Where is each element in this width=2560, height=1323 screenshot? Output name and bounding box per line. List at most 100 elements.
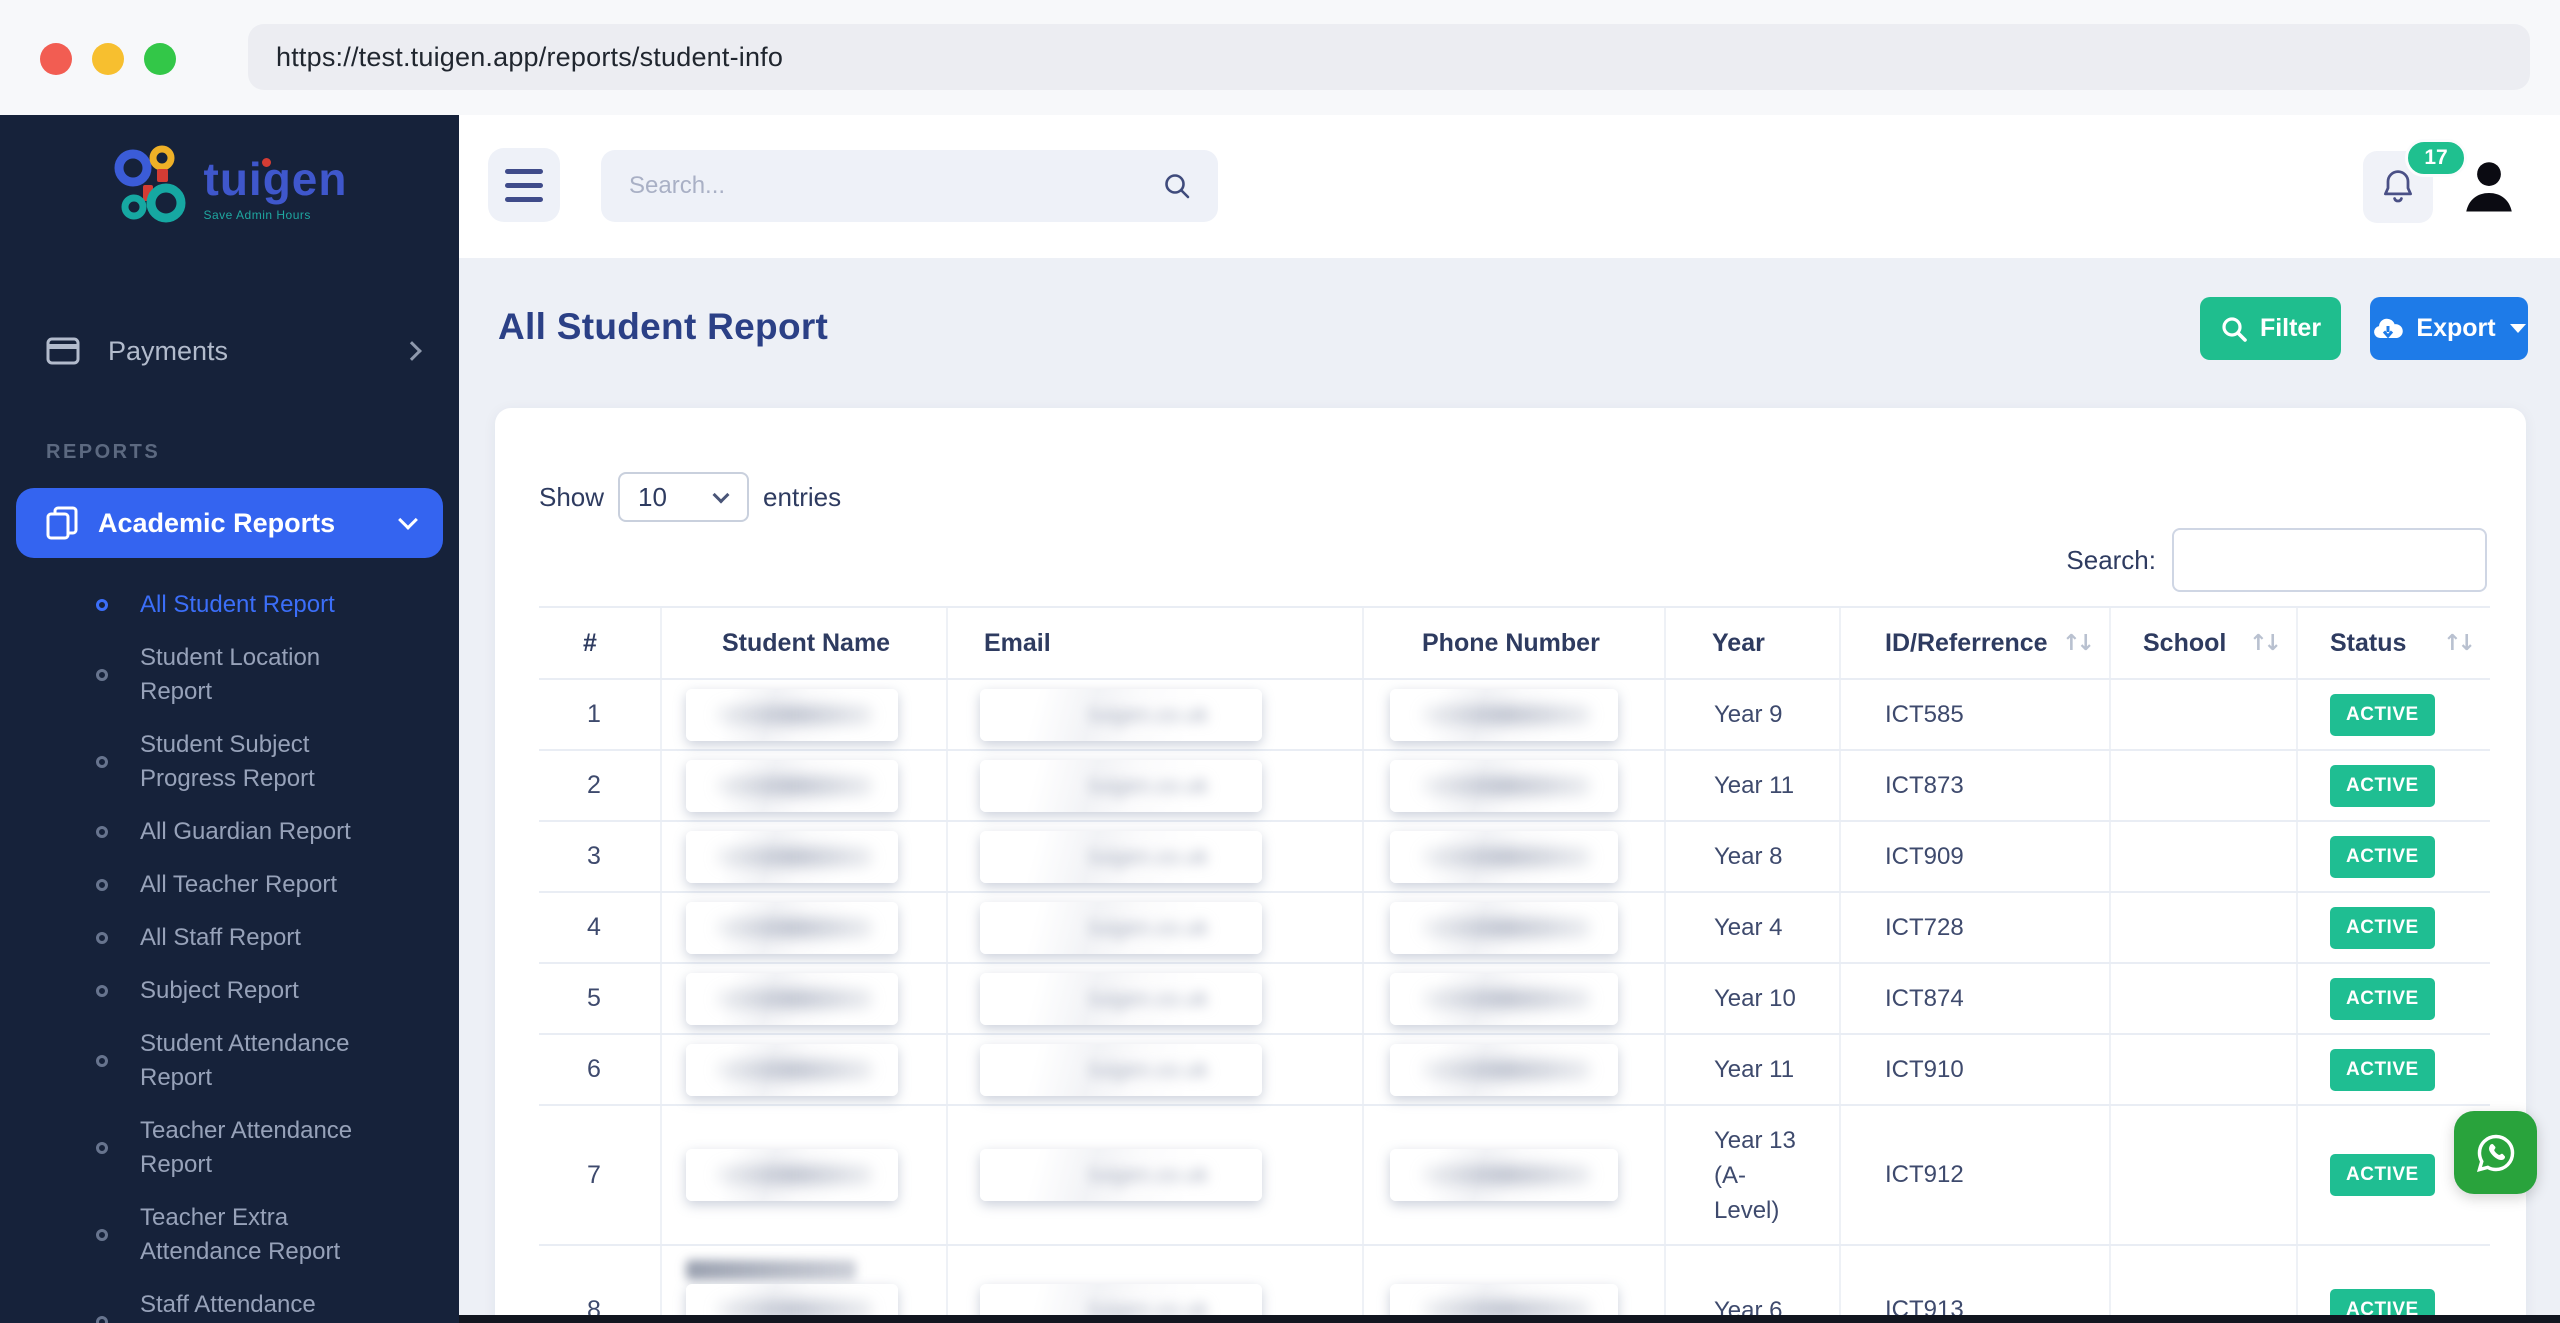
student-name-redacted [686, 830, 898, 883]
sidebar-item-all-teacher-report[interactable]: All Teacher Report [0, 868, 459, 902]
redacted-email-hint: tuigen.co.uk [1089, 843, 1209, 869]
sidebar-item-subject-report[interactable]: Subject Report [0, 974, 459, 1008]
column-header-phone-number: Phone Number [1362, 606, 1665, 680]
sidebar-item-student-attendance-report[interactable]: Student Attendance Report [0, 1027, 459, 1095]
school-cell [2109, 750, 2297, 822]
school-cell [2109, 1034, 2297, 1106]
brand-name: tuigen [203, 153, 348, 205]
year-cell: Year 6 [1664, 1245, 1840, 1323]
id-reference-cell: ICT913 [1839, 1245, 2110, 1323]
filter-button[interactable]: Filter [2200, 297, 2341, 360]
page-size-select[interactable]: 10 [618, 472, 750, 522]
status-badge: ACTIVE [2330, 693, 2435, 736]
phone-number-cell [1362, 963, 1665, 1035]
table-search-input[interactable] [2172, 528, 2487, 592]
students-table: # Student Name Email Phone Number Year ID/Ref… [539, 606, 2490, 1323]
row-number: 2 [539, 750, 661, 822]
export-button-label: Export [2416, 314, 2496, 342]
user-avatar[interactable] [2458, 153, 2520, 221]
phone-number-redacted [1390, 1043, 1618, 1096]
export-button[interactable]: Export [2370, 297, 2528, 360]
search-icon [2222, 316, 2247, 342]
sort-icon[interactable]: ↑↓ [2062, 631, 2095, 656]
row-number: 5 [539, 963, 661, 1035]
table-row: 7 tuigen.co.uk Year 13 (A-Level) ICT912 ACTI… [539, 1105, 2490, 1246]
sidebar-item-staff-attendance-report[interactable]: Staff Attendance Report [0, 1288, 459, 1323]
sidebar-group-label: Academic Reports [98, 507, 336, 538]
year-cell: Year 4 [1664, 892, 1840, 964]
window-controls [40, 43, 176, 75]
bell-icon [2384, 170, 2412, 203]
address-bar[interactable]: https://test.tuigen.app/reports/student-… [248, 24, 2530, 90]
student-name-redacted [686, 972, 898, 1025]
search-icon[interactable] [1162, 171, 1192, 201]
cloud-download-icon [2374, 318, 2404, 338]
sidebar-item-teacher-extra-attendance-report[interactable]: Teacher Extra Attendance Report [0, 1201, 459, 1269]
email-cell: tuigen.co.uk [946, 1105, 1363, 1246]
phone-number-redacted [1390, 830, 1618, 883]
email-cell: tuigen.co.uk [946, 892, 1363, 964]
sidebar-item-payments[interactable]: Payments [0, 319, 459, 383]
sidebar-item-all-guardian-report[interactable]: All Guardian Report [0, 815, 459, 849]
redaction-smear [715, 1059, 873, 1080]
phone-number-cell [1362, 1245, 1665, 1323]
sidebar-item-label: Student Location Report [140, 644, 321, 705]
student-name-cell [660, 1105, 947, 1246]
sidebar-item-label: All Guardian Report [140, 818, 351, 845]
sidebar-item-teacher-attendance-report[interactable]: Teacher Attendance Report [0, 1114, 459, 1182]
school-cell [2109, 963, 2297, 1035]
sidebar-item-label: All Student Report [140, 591, 335, 618]
column-label: Student Name [722, 628, 891, 657]
year-value: Year 8 [1714, 843, 1783, 870]
sidebar-item-all-student-report[interactable]: All Student Report [0, 588, 459, 622]
year-cell: Year 11 [1664, 750, 1840, 822]
column-header-status[interactable]: Status ↑↓ [2296, 606, 2490, 680]
id-reference-cell: ICT585 [1839, 679, 2110, 751]
status-badge: ACTIVE [2330, 977, 2435, 1020]
main-content: All Student Report Filter Export Show 10… [459, 258, 2560, 1323]
id-reference-cell: ICT874 [1839, 963, 2110, 1035]
reports-copy-icon [46, 506, 78, 540]
status-cell: ACTIVE [2296, 963, 2490, 1035]
brand-logo[interactable]: tuigen Save Admin Hours [0, 115, 459, 263]
notifications-button[interactable]: 17 [2363, 139, 2467, 223]
student-name-cell [660, 1034, 947, 1106]
column-header-id-referrence[interactable]: ID/Referrence ↑↓ [1839, 606, 2110, 680]
phone-number-cell [1362, 892, 1665, 964]
bullet-icon [96, 1229, 108, 1241]
id-reference-cell: ICT912 [1839, 1105, 2110, 1246]
row-number: 7 [539, 1105, 661, 1246]
student-name-cell [660, 892, 947, 964]
brand-dot [261, 158, 271, 167]
email-cell: tuigen.co.uk [946, 963, 1363, 1035]
sidebar-group-academic-reports[interactable]: Academic Reports [16, 488, 443, 558]
sidebar-item-label: Payments [108, 335, 229, 366]
email-redacted: tuigen.co.uk [980, 1043, 1262, 1096]
school-cell [2109, 892, 2297, 964]
menu-toggle-button[interactable] [488, 148, 560, 222]
sidebar-item-all-staff-report[interactable]: All Staff Report [0, 921, 459, 955]
sort-icon[interactable]: ↑↓ [2249, 631, 2282, 656]
zoom-window-button[interactable] [144, 43, 176, 75]
whatsapp-chat-button[interactable] [2454, 1111, 2537, 1194]
global-search-input[interactable] [601, 172, 1162, 200]
sidebar-item-student-subject-progress-report[interactable]: Student Subject Progress Report [0, 728, 459, 796]
sort-icon[interactable]: ↑↓ [2443, 631, 2476, 656]
column-label: School [2143, 628, 2227, 657]
email-redacted: tuigen.co.uk [980, 972, 1262, 1025]
table-header-row: # Student Name Email Phone Number Year ID/Ref… [539, 606, 2490, 680]
minimize-window-button[interactable] [92, 43, 124, 75]
row-number: 3 [539, 821, 661, 893]
student-name-cell [660, 1245, 947, 1323]
redacted-email-hint: tuigen.co.uk [1089, 985, 1209, 1011]
row-number: 4 [539, 892, 661, 964]
redaction-smear [1421, 775, 1591, 796]
student-name-cell [660, 963, 947, 1035]
sidebar-item-student-location-report[interactable]: Student Location Report [0, 641, 459, 709]
year-cell: Year 11 [1664, 1034, 1840, 1106]
redacted-email-hint: tuigen.co.uk [1089, 701, 1209, 727]
bullet-icon [96, 1142, 108, 1154]
column-header--: # [539, 606, 661, 680]
column-header-school[interactable]: School ↑↓ [2109, 606, 2297, 680]
close-window-button[interactable] [40, 43, 72, 75]
